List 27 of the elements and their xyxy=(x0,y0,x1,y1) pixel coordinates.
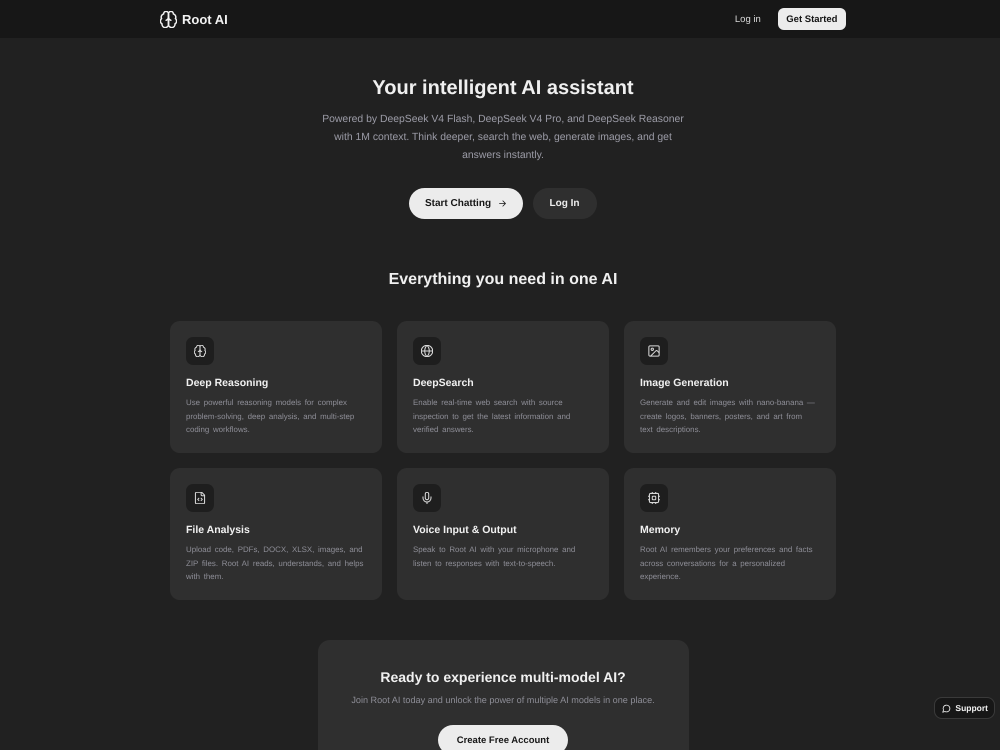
card-title: Memory xyxy=(640,523,682,537)
login-button[interactable]: Log In xyxy=(532,188,597,219)
section-title: Everything you need in one AI xyxy=(388,270,618,290)
chip-icon xyxy=(640,484,668,512)
start-chatting-button[interactable]: Start Chatting xyxy=(409,188,523,219)
card-title: Image Generation xyxy=(640,376,730,390)
support-button[interactable]: Support xyxy=(934,697,995,719)
arrow-right-icon xyxy=(498,199,508,208)
hero-subtitle: Powered by DeepSeek V4 Flash, DeepSeek V4 Pro, and DeepSeek Reasoner with 1M context. Think deeper, search the web, generate images, and get answers instantly. xyxy=(321,113,685,163)
card-title: Deep Reasoning xyxy=(186,376,270,390)
cta-text: Join Root AI today and unlock the power of multiple AI models in one place. xyxy=(351,694,655,707)
card-title: Voice Input & Output xyxy=(413,523,518,537)
get-started-button[interactable]: Get Started xyxy=(778,8,846,30)
hero-title: Your intelligent AI assistant xyxy=(372,76,634,100)
globe-icon xyxy=(413,337,441,365)
microphone-icon xyxy=(413,484,441,512)
brain-icon xyxy=(186,337,214,365)
cta-title: Ready to experience multi-model AI? xyxy=(380,668,626,687)
file-code-icon xyxy=(186,484,214,512)
brain-icon xyxy=(160,10,177,28)
image-icon xyxy=(640,337,668,365)
chat-bubble-icon xyxy=(942,704,952,712)
card-title: File Analysis xyxy=(186,523,251,537)
card-title: DeepSearch xyxy=(413,376,475,390)
brand-name: Root AI xyxy=(182,12,228,26)
login-link[interactable]: Log in xyxy=(734,14,761,24)
create-account-button[interactable]: Create Free Account xyxy=(438,725,568,750)
